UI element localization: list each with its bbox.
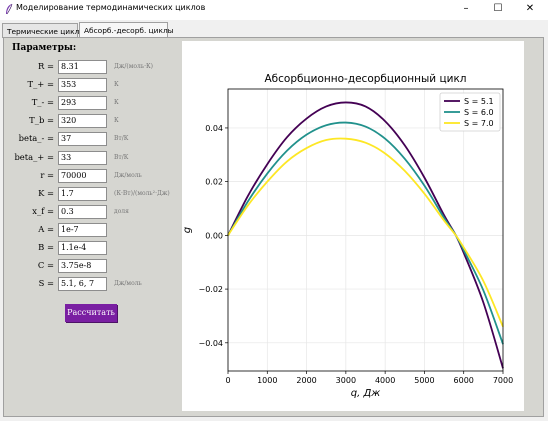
chart-legend: S = 5.1 S = 6.0 S = 7.0	[439, 92, 501, 132]
cycle-chart: 0 1000 2000 3000 4000 5000 6000 7000 −0.04 −0.02 0…	[182, 73, 513, 399]
param-input[interactable]: 0.3	[58, 204, 107, 219]
param-label: C =	[37, 260, 54, 271]
x-tick-label: 3000	[336, 376, 356, 385]
y-axis-label: g	[182, 227, 193, 233]
param-input[interactable]: 1.1e-4	[58, 241, 107, 255]
param-label: x_f =	[32, 205, 54, 216]
x-tick-label: 2000	[296, 376, 316, 385]
legend-label: S = 7.0	[464, 119, 494, 128]
x-tick-label: 4000	[375, 376, 395, 385]
param-input[interactable]: 5.1, 6, 7	[58, 277, 107, 292]
minimize-button[interactable]: –	[450, 0, 482, 20]
x-axis-label: q, Дж	[351, 388, 381, 399]
legend-label: S = 5.1	[464, 97, 494, 106]
y-tick-label: 0.00	[205, 231, 223, 240]
param-unit: Вт/К	[114, 135, 129, 143]
param-unit: доля	[114, 207, 129, 215]
param-input[interactable]: 70000	[58, 168, 107, 183]
param-input[interactable]: 33	[58, 150, 107, 165]
calculate-button[interactable]: Рассчитать	[65, 304, 117, 322]
param-unit: Дж/моль	[114, 171, 142, 179]
param-label: R =	[38, 61, 54, 71]
param-unit: Дж/моль	[114, 280, 142, 288]
x-tick-label: 1000	[257, 376, 277, 385]
y-tick-label: 0.02	[205, 178, 223, 187]
param-input[interactable]: 353	[58, 78, 107, 93]
param-label: beta_- =	[18, 133, 54, 144]
param-unit: К	[114, 99, 119, 107]
maximize-button[interactable]: ☐	[482, 0, 514, 20]
x-tick-label: 5000	[414, 376, 434, 385]
param-label: S =	[38, 278, 54, 289]
param-unit: Дж/(моль·К)	[114, 63, 154, 70]
param-label: K =	[38, 187, 54, 198]
param-input[interactable]: 8.31	[58, 60, 107, 74]
x-tick-label: 7000	[493, 376, 513, 385]
param-input[interactable]: 1e-7	[58, 222, 107, 237]
plot-panel: 0 1000 2000 3000 4000 5000 6000 7000 −0.04 −0.02 0…	[182, 41, 524, 411]
param-unit: К	[114, 117, 119, 125]
param-unit: Вт/К	[114, 153, 129, 161]
param-input[interactable]: 320	[58, 114, 107, 129]
y-tick-label: 0.04	[205, 124, 223, 133]
legend-label: S = 6.0	[464, 108, 494, 117]
close-button[interactable]: ✕	[514, 0, 546, 20]
series-line-2	[227, 121, 504, 345]
param-label: T_+ =	[27, 79, 54, 90]
y-tick-label: −0.02	[198, 285, 223, 294]
feather-icon	[6, 3, 13, 15]
y-tick-label: −0.04	[198, 339, 223, 348]
x-tick-label: 6000	[454, 376, 474, 385]
param-label: beta_+ =	[14, 151, 54, 162]
title-bar: Моделирование термодинамических циклов –…	[0, 0, 548, 20]
param-input[interactable]: 1.7	[58, 186, 107, 201]
param-label: A =	[38, 223, 54, 234]
param-input[interactable]: 37	[58, 132, 107, 147]
tab-absorption-desorption-cycles[interactable]: Абсорб.-десорб. циклы	[79, 22, 174, 37]
param-label: B =	[38, 242, 54, 252]
parameters-heading: Параметры:	[12, 43, 77, 53]
param-label: r =	[40, 169, 54, 180]
param-input[interactable]: 293	[58, 96, 107, 111]
chart-title: Абсорбционно-десорбционный цикл	[265, 73, 467, 85]
param-label: T_b =	[29, 115, 54, 126]
x-tick-label: 0	[225, 376, 230, 385]
param-input[interactable]: 3.75e-8	[58, 259, 107, 274]
tab-thermal-cycles[interactable]: Термические циклы	[2, 23, 85, 38]
window-title: Моделирование термодинамических циклов	[16, 3, 206, 12]
series-line-3	[227, 137, 504, 328]
param-label: T_- =	[31, 97, 54, 108]
param-unit: К	[114, 81, 119, 89]
param-unit: (К·Вт)/(моль²·Дж)	[114, 189, 170, 197]
